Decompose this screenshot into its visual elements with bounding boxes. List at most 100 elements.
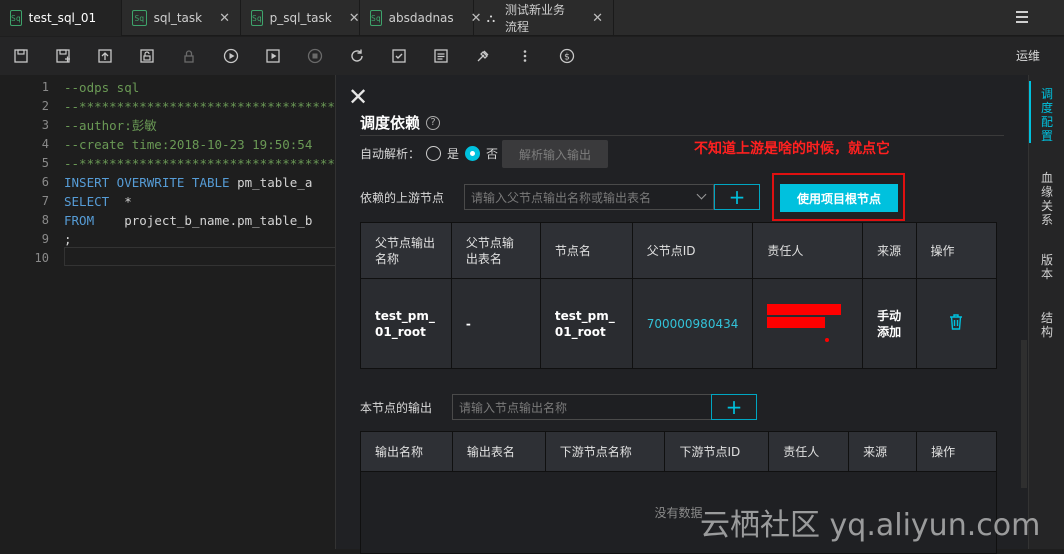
build-icon[interactable]: [462, 37, 504, 75]
sql-file-icon: Sq: [251, 10, 263, 26]
code-line[interactable]: INSERT OVERWRITE TABLE pm_table_a: [64, 173, 336, 192]
section-divider: [360, 135, 1004, 136]
help-icon[interactable]: ?: [426, 115, 441, 130]
tabs-menu-icon[interactable]: [1016, 11, 1028, 23]
close-panel-icon[interactable]: ✕: [348, 85, 368, 109]
auto-parse-yes-label[interactable]: 是: [447, 145, 459, 162]
code-line[interactable]: --author:彭敏: [64, 116, 336, 135]
section-title: 调度依赖 ?: [360, 112, 441, 133]
source-cell: 手动添加: [862, 278, 917, 369]
auto-parse-yes-radio[interactable]: [426, 146, 442, 161]
code-line[interactable]: FROM project_b_name.pm_table_b: [64, 211, 336, 230]
upstream-search-input[interactable]: 请输入父节点输出名称或输出表名: [464, 184, 714, 210]
code-line[interactable]: --**************************************…: [64, 97, 336, 116]
code-line[interactable]: SELECT *: [64, 192, 336, 211]
submit-icon[interactable]: [84, 37, 126, 75]
lock-icon[interactable]: [168, 37, 210, 75]
stop-icon[interactable]: [294, 37, 336, 75]
tab-label: p_sql_task: [269, 11, 332, 25]
redacted-dot: [825, 337, 830, 342]
parse-io-button[interactable]: 解析输入输出: [502, 140, 608, 168]
line-number-gutter: 1 2 3 4 5 6 7 8 9 10: [5, 75, 55, 549]
column-header: 责任人: [768, 431, 850, 472]
tab-label: test_sql_01: [28, 11, 97, 25]
close-tab-icon[interactable]: ✕: [349, 11, 360, 26]
line-number: 4: [41, 137, 49, 151]
output-label: 本节点的输出: [360, 401, 433, 415]
run-icon[interactable]: [210, 37, 252, 75]
add-output-button[interactable]: +: [711, 394, 757, 420]
watermark: 云栖社区 yq.aliyun.com: [700, 508, 1041, 543]
tab-label: absdadnas: [388, 11, 454, 25]
code-editor[interactable]: 1 2 3 4 5 6 7 8 9 10 --odps sql --****************…: [0, 75, 336, 549]
cost-icon[interactable]: $: [546, 37, 588, 75]
line-number: 5: [41, 156, 49, 170]
code-line[interactable]: --**************************************…: [64, 154, 336, 173]
line-number: 10: [34, 251, 49, 265]
trash-icon[interactable]: [949, 313, 963, 333]
reload-icon[interactable]: [336, 37, 378, 75]
upstream-table-header: 父节点输出名称 父节点输出表名 节点名 父节点ID 责任人 来源 操作: [360, 222, 998, 279]
more-icon[interactable]: [504, 37, 546, 75]
column-header: 来源: [848, 431, 918, 472]
tab-label: sql_task: [153, 11, 203, 25]
column-header: 输出表名: [451, 431, 546, 472]
tab-test_sql_01[interactable]: Sq test_sql_01: [0, 0, 122, 36]
column-header: 父节点ID: [631, 222, 754, 279]
table-row: test_pm_01_root - test_pm_01_root 700000…: [360, 278, 998, 369]
save-icon[interactable]: [0, 37, 42, 75]
add-upstream-button[interactable]: +: [714, 184, 760, 210]
sidebar-item-structure[interactable]: 结构: [1029, 311, 1064, 339]
code-line[interactable]: --odps sql: [64, 78, 336, 97]
tab-label: 测试新业务流程: [505, 3, 566, 34]
column-header: 父节点输出名称: [360, 222, 452, 279]
tab-absdadnas[interactable]: Sq absdadnas ✕: [360, 0, 482, 36]
save-as-icon[interactable]: [42, 37, 84, 75]
auto-parse-no-radio[interactable]: [465, 146, 481, 161]
sidebar-item-schedule-config[interactable]: 调度配置: [1029, 87, 1064, 143]
use-project-root-button[interactable]: 使用项目根节点: [780, 184, 898, 212]
right-sidebar: 调度配置 血缘关系 版本 结构: [1028, 75, 1064, 549]
sql-file-icon: Sq: [370, 10, 382, 26]
auto-parse-no-label[interactable]: 否: [486, 145, 498, 162]
column-header: 操作: [915, 222, 998, 279]
line-number: 9: [41, 232, 49, 246]
sidebar-item-version[interactable]: 版本: [1029, 253, 1064, 281]
schedule-config-panel: ✕ 调度依赖 ? 自动解析： 是 否 解析输入输出 不知道上游是啥的时候，就点它…: [336, 75, 1028, 554]
column-header: 下游节点名称: [544, 431, 666, 472]
ops-link[interactable]: 运维: [1016, 47, 1040, 64]
output-table-cell: -: [450, 278, 541, 369]
annotation-text: 不知道上游是啥的时候，就点它: [694, 141, 890, 157]
upstream-search-placeholder: 请输入父节点输出名称或输出表名: [471, 190, 652, 205]
tab-p_sql_task[interactable]: Sq p_sql_task ✕: [241, 0, 360, 36]
upstream-table: 父节点输出名称 父节点输出表名 节点名 父节点ID 责任人 来源 操作 test…: [360, 222, 998, 369]
node-id-link[interactable]: 700000980434: [631, 278, 754, 369]
close-tab-icon[interactable]: ✕: [219, 11, 230, 26]
close-tab-icon[interactable]: ✕: [592, 11, 603, 26]
workflow-icon: ⛬: [486, 10, 496, 25]
output-name-input[interactable]: 请输入节点输出名称: [452, 394, 712, 420]
column-header: 下游节点ID: [664, 431, 770, 472]
column-header: 责任人: [752, 222, 864, 279]
steal-lock-icon[interactable]: [126, 37, 168, 75]
chevron-down-icon[interactable]: [696, 189, 707, 200]
panel-scrollbar[interactable]: [1021, 340, 1027, 488]
sql-file-icon: Sq: [10, 10, 22, 26]
code-line[interactable]: ;: [64, 230, 336, 249]
line-number: 3: [41, 118, 49, 132]
tab-测试新业务流程[interactable]: ⛬ 测试新业务流程 ✕: [474, 0, 614, 36]
code-line[interactable]: --create time:2018-10-23 19:50:54: [64, 135, 336, 154]
sidebar-item-lineage[interactable]: 血缘关系: [1029, 171, 1064, 227]
tab-sql_task[interactable]: Sq sql_task ✕: [122, 0, 241, 36]
output-name-cell: test_pm_01_root: [360, 278, 452, 369]
format-icon[interactable]: [378, 37, 420, 75]
column-header: 操作: [916, 431, 997, 472]
run-with-params-icon[interactable]: [252, 37, 294, 75]
column-header: 输出名称: [360, 431, 453, 472]
column-header: 来源: [862, 222, 917, 279]
output-table-header: 输出名称 输出表名 下游节点名称 下游节点ID 责任人 来源 操作: [360, 431, 997, 472]
log-icon[interactable]: [420, 37, 462, 75]
sql-file-icon: Sq: [132, 10, 147, 26]
current-line-highlight: [64, 247, 336, 266]
output-name-placeholder: 请输入节点输出名称: [459, 400, 568, 415]
